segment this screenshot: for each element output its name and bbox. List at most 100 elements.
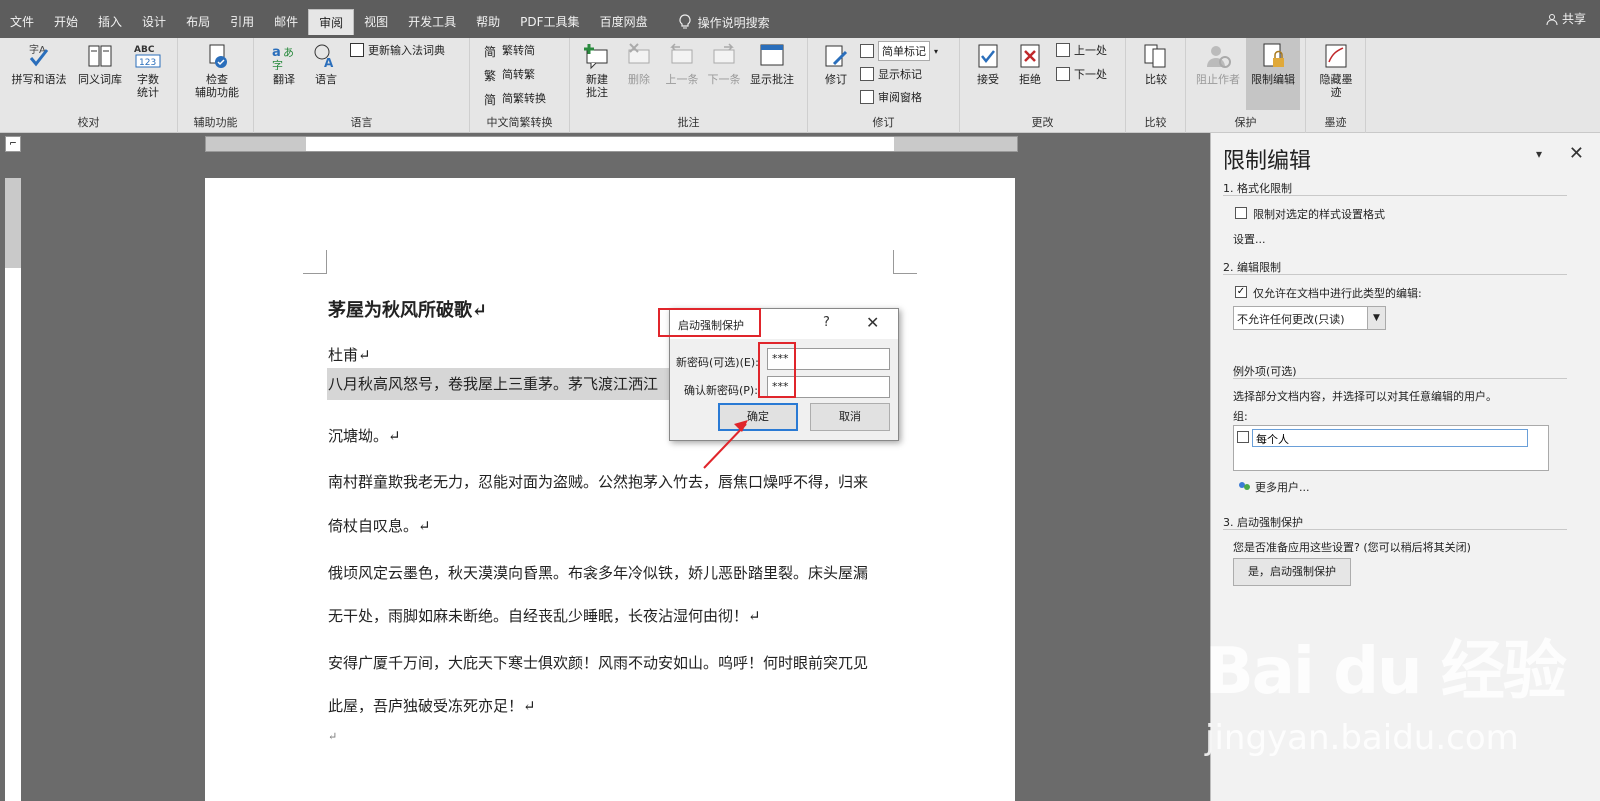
- formatting-restriction-checkbox[interactable]: [1235, 207, 1247, 219]
- show-comments-button[interactable]: 显示批注: [744, 42, 800, 86]
- tab-pdf-tools[interactable]: PDF工具集: [510, 9, 589, 35]
- editing-type-value: 不允许任何更改(只读): [1237, 313, 1345, 326]
- show-comments-label: 显示批注: [750, 73, 794, 86]
- language-button[interactable]: A 语言: [306, 42, 346, 86]
- editing-type-select[interactable]: 不允许任何更改(只读) ▼: [1233, 306, 1386, 330]
- block-authors-icon: [1204, 42, 1232, 70]
- accept-change-button[interactable]: 接受: [968, 42, 1008, 86]
- previous-change-button[interactable]: 上一处: [1056, 42, 1107, 58]
- chinese-convert-button[interactable]: 简简繁转换: [484, 90, 546, 107]
- tab-file[interactable]: 文件: [0, 9, 44, 35]
- svg-text:ABC: ABC: [134, 45, 155, 55]
- more-users-link[interactable]: 更多用户...: [1237, 479, 1310, 495]
- help-icon[interactable]: ?: [823, 315, 830, 330]
- share-button[interactable]: 共享: [1546, 10, 1586, 27]
- horizontal-ruler[interactable]: [205, 136, 1018, 152]
- track-changes-button[interactable]: 修订: [818, 42, 854, 86]
- chevron-down-icon: ▾: [934, 46, 939, 56]
- tab-selector-icon[interactable]: ⌐: [5, 136, 21, 152]
- group-label-proofing: 校对: [77, 116, 100, 129]
- users-icon: [1239, 482, 1250, 490]
- tab-design[interactable]: 设计: [132, 9, 176, 35]
- word-count-button[interactable]: ABC 123 字数 统计: [128, 42, 168, 99]
- check-accessibility-button[interactable]: 检查 辅助功能: [184, 42, 250, 99]
- poem-line-6[interactable]: 无干处，雨脚如麻未断绝。自经丧乱少睡眠，长夜沾湿何由彻！↵: [328, 605, 761, 626]
- tab-developer[interactable]: 开发工具: [398, 9, 466, 35]
- group-label-accessibility: 辅助功能: [193, 116, 238, 129]
- tab-view[interactable]: 视图: [354, 9, 398, 35]
- markup-mode-dropdown[interactable]: 简单标记 ▾: [860, 41, 938, 61]
- poem-line-8[interactable]: 此屋，吾庐独破受冻死亦足！↵: [328, 695, 536, 716]
- poem-title[interactable]: 茅屋为秋风所破歌↵: [328, 296, 487, 322]
- show-markup-button[interactable]: 显示标记: [860, 66, 922, 82]
- everyone-item[interactable]: 每个人: [1252, 429, 1528, 447]
- block-authors-label: 阻止作者: [1196, 73, 1240, 86]
- tab-baidu-disk[interactable]: 百度网盘: [590, 9, 658, 35]
- groups-list[interactable]: 每个人: [1233, 425, 1549, 471]
- reject-change-button[interactable]: 拒绝: [1010, 42, 1050, 86]
- group-label-comments: 批注: [677, 116, 700, 129]
- poem-line-4[interactable]: 倚杖自叹息。↵: [328, 515, 431, 536]
- traditional-to-simplified-button[interactable]: 简繁转简: [484, 42, 535, 59]
- svg-text:123: 123: [139, 58, 156, 68]
- baidu-watermark-url: jingyan.baidu.com: [1205, 718, 1519, 758]
- word-count-label: 字数 统计: [137, 73, 159, 99]
- delete-comment-button[interactable]: 删除: [620, 42, 658, 86]
- tab-mailings[interactable]: 邮件: [264, 9, 308, 35]
- tab-home[interactable]: 开始: [44, 9, 88, 35]
- poem-line-5[interactable]: 俄顷风定云墨色，秋天漠漠向昏黑。布衾多年冷似铁，娇儿恶卧踏里裂。床头屋漏: [328, 562, 868, 583]
- poem-line-3[interactable]: 南村群童欺我老无力，忍能对面为盗贼。公然抱茅入竹去，唇焦口燥呼不得，归来: [328, 471, 868, 492]
- formatting-settings-link[interactable]: 设置...: [1233, 231, 1266, 247]
- translate-button[interactable]: aあ字 翻译: [264, 42, 304, 86]
- spelling-grammar-button[interactable]: 字A 拼写和语法: [8, 42, 70, 86]
- translate-icon: aあ字: [270, 42, 298, 70]
- next-change-button[interactable]: 下一处: [1056, 66, 1107, 82]
- restrict-editing-button[interactable]: 限制编辑: [1246, 38, 1300, 110]
- poem-line-2[interactable]: 沉塘坳。↵: [328, 425, 401, 446]
- pane-title: 限制编辑: [1223, 149, 1312, 174]
- tab-layout[interactable]: 布局: [176, 9, 220, 35]
- spelling-grammar-label: 拼写和语法: [11, 73, 67, 86]
- simplified-to-traditional-button[interactable]: 繁简转繁: [484, 66, 535, 83]
- hide-ink-button[interactable]: 隐藏墨 迹: [1314, 42, 1358, 99]
- poem-line-9[interactable]: ↵: [328, 730, 337, 743]
- tab-review[interactable]: 审阅: [308, 9, 355, 35]
- editing-restriction-checkbox[interactable]: ✓: [1235, 286, 1247, 298]
- enforce-description: 您是否准备应用这些设置? (您可以稍后将其关闭): [1233, 541, 1471, 554]
- next-comment-button[interactable]: 下一条: [702, 42, 746, 86]
- start-enforcing-button[interactable]: 是，启动强制保护: [1233, 558, 1351, 586]
- pane-menu-icon[interactable]: ▾: [1536, 147, 1542, 161]
- poem-line-1[interactable]: 八月秋高风怒号，卷我屋上三重茅。茅飞渡江洒江: [327, 368, 692, 400]
- markup-mode-value: 简单标记: [878, 41, 930, 61]
- tell-me-search[interactable]: 操作说明搜索: [678, 14, 770, 31]
- tab-references[interactable]: 引用: [220, 9, 264, 35]
- poem-author[interactable]: 杜甫↵: [328, 344, 371, 365]
- everyone-checkbox[interactable]: [1237, 431, 1249, 443]
- tab-insert[interactable]: 插入: [88, 9, 132, 35]
- group-accessibility: 检查 辅助功能 辅助功能: [178, 38, 254, 133]
- annotation-arrow-icon: [703, 420, 748, 469]
- new-comment-icon: [583, 42, 611, 70]
- formatting-restriction-label: 限制对选定的样式设置格式: [1253, 208, 1385, 221]
- cancel-button[interactable]: 取消: [810, 403, 890, 431]
- update-ime-dictionary-button[interactable]: 更新输入法词典: [350, 42, 445, 58]
- document-page[interactable]: 茅屋为秋风所破歌↵ 杜甫↵ 八月秋高风怒号，卷我屋上三重茅。茅飞渡江洒江 沉塘坳…: [205, 178, 1015, 801]
- lightbulb-icon: [679, 14, 691, 29]
- compare-button[interactable]: 比较: [1136, 42, 1176, 86]
- tab-help[interactable]: 帮助: [466, 9, 510, 35]
- block-authors-button[interactable]: 阻止作者: [1192, 42, 1244, 86]
- update-ime-label: 更新输入法词典: [368, 44, 445, 57]
- pane-close-icon[interactable]: ✕: [1569, 143, 1584, 164]
- review-pane-button[interactable]: 审阅窗格: [860, 89, 922, 105]
- previous-comment-button[interactable]: 上一条: [660, 42, 704, 86]
- thesaurus-button[interactable]: 同义词库: [72, 42, 128, 86]
- divider: [1223, 274, 1567, 275]
- close-icon[interactable]: ✕: [866, 313, 879, 332]
- poem-line-7[interactable]: 安得广厦千万间，大庇天下寒士俱欢颜！风雨不动安如山。呜呼！何时眼前突兀见: [328, 652, 868, 673]
- vertical-ruler[interactable]: [5, 178, 21, 801]
- compare-icon: [1142, 42, 1170, 70]
- new-comment-button[interactable]: 新建 批注: [578, 42, 616, 99]
- ribbon-tab-bar: 文件 开始 插入 设计 布局 引用 邮件 审阅 视图 开发工具 帮助 PDF工具…: [0, 0, 1600, 38]
- section-enforce: 3. 启动强制保护: [1223, 516, 1303, 529]
- group-comments: 新建 批注 删除 上一条 下一条 显示批注 批注: [570, 38, 808, 133]
